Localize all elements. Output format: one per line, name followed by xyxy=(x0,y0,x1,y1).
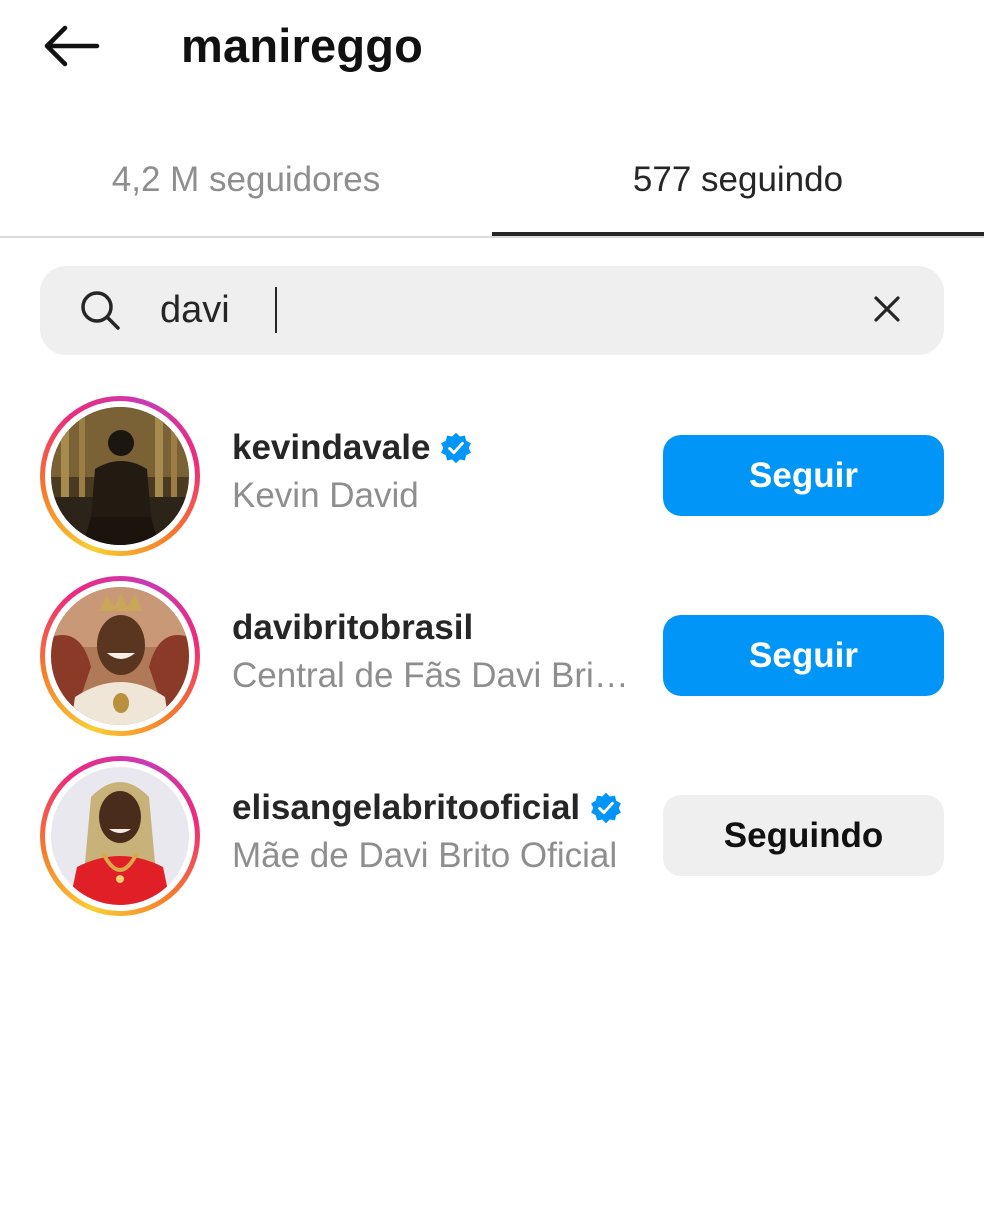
search-bar[interactable] xyxy=(40,266,944,355)
search-input[interactable] xyxy=(160,278,840,343)
back-button[interactable] xyxy=(36,20,106,76)
follow-button[interactable]: Seguir xyxy=(663,435,944,516)
following-list-screen: manireggo 4,2 M seguidores 577 seguindo xyxy=(0,0,984,1230)
avatar-story-ring[interactable] xyxy=(40,576,200,736)
verified-badge-icon xyxy=(589,791,623,825)
list-item[interactable]: davibritobrasil Central de Fãs Davi Brit… xyxy=(0,576,984,736)
arrow-left-icon xyxy=(41,24,101,73)
avatar-story-ring[interactable] xyxy=(40,756,200,916)
full-name: Central de Fãs Davi Brit… xyxy=(232,656,632,695)
tabs-divider xyxy=(0,236,984,238)
close-icon xyxy=(873,295,901,328)
user-info: kevindavale Kevin David xyxy=(232,426,642,516)
username[interactable]: elisangelabritooficial xyxy=(232,788,580,828)
username[interactable]: kevindavale xyxy=(232,428,430,468)
user-info: davibritobrasil Central de Fãs Davi Brit… xyxy=(232,606,642,696)
verified-badge-icon xyxy=(439,431,473,465)
username[interactable]: davibritobrasil xyxy=(232,608,473,648)
avatar xyxy=(51,587,189,725)
user-info: elisangelabritooficial Mãe de Davi Brito… xyxy=(232,786,642,876)
following-button[interactable]: Seguindo xyxy=(663,795,944,876)
full-name: Mãe de Davi Brito Oficial xyxy=(232,836,618,875)
search-icon xyxy=(78,286,122,334)
list-item[interactable]: elisangelabritooficial Mãe de Davi Brito… xyxy=(0,756,984,916)
avatar xyxy=(51,407,189,545)
tab-following[interactable]: 577 seguindo xyxy=(492,130,984,230)
top-bar: manireggo xyxy=(0,0,984,100)
tab-followers[interactable]: 4,2 M seguidores xyxy=(0,130,492,230)
follow-button[interactable]: Seguir xyxy=(663,615,944,696)
follow-tabs: 4,2 M seguidores 577 seguindo xyxy=(0,130,984,238)
avatar-story-ring[interactable] xyxy=(40,396,200,556)
avatar xyxy=(51,767,189,905)
page-title: manireggo xyxy=(181,19,424,72)
full-name: Kevin David xyxy=(232,476,419,515)
list-item[interactable]: kevindavale Kevin David Seguir xyxy=(0,396,984,556)
clear-search-button[interactable] xyxy=(864,288,910,334)
text-cursor xyxy=(275,287,277,333)
active-tab-indicator xyxy=(492,232,984,236)
